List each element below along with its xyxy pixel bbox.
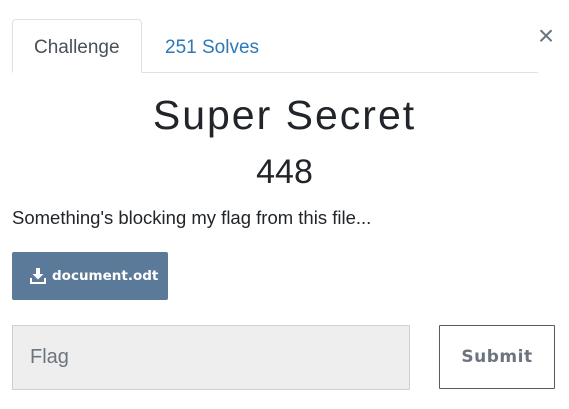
tab-challenge[interactable]: Challenge: [12, 19, 142, 73]
submit-button[interactable]: Submit: [439, 325, 555, 389]
tab-solves[interactable]: 251 Solves: [143, 19, 281, 72]
download-icon: [29, 267, 47, 285]
challenge-description: Something's blocking my flag from this f…: [12, 207, 372, 228]
challenge-tabs: Challenge 251 Solves: [12, 19, 538, 73]
file-name: document.odt: [52, 268, 159, 284]
close-icon[interactable]: ×: [534, 22, 558, 50]
challenge-points: 448: [256, 153, 313, 191]
challenge-title: Super Secret: [152, 92, 417, 138]
download-file-button[interactable]: document.odt: [12, 252, 168, 300]
flag-input[interactable]: [12, 325, 410, 390]
